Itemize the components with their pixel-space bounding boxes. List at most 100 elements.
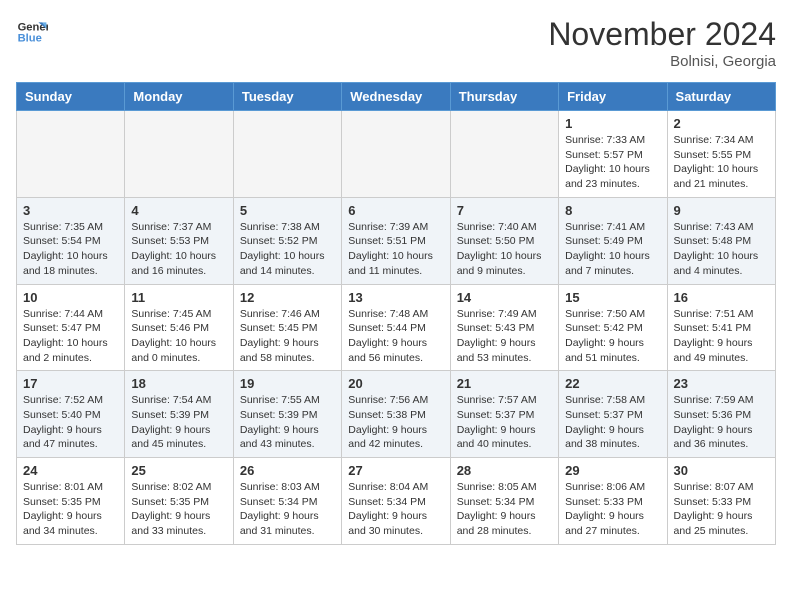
- day-number: 29: [565, 463, 660, 478]
- calendar-cell: 18Sunrise: 7:54 AM Sunset: 5:39 PM Dayli…: [125, 371, 233, 458]
- day-info: Sunrise: 7:56 AM Sunset: 5:38 PM Dayligh…: [348, 393, 443, 452]
- day-number: 7: [457, 203, 552, 218]
- calendar-cell: 16 Sunrise: 7:51 AM Sunset: 5:41 PM Dayli…: [667, 284, 775, 371]
- calendar-cell: 29 Sunrise: 8:06 AM Sunset: 5:33 PM Dayli…: [559, 458, 667, 545]
- day-info: Sunrise: 8:02 AM Sunset: 5:35 PM Dayligh…: [131, 480, 226, 539]
- logo-icon: General Blue: [16, 16, 48, 48]
- logo: General Blue: [16, 16, 48, 48]
- calendar-cell: 19Sunrise: 7:55 AM Sunset: 5:39 PM Dayli…: [233, 371, 341, 458]
- calendar-week-row: 1 Sunrise: 7:33 AM Sunset: 5:57 PM Daylig…: [17, 111, 776, 198]
- day-number: 8: [565, 203, 660, 218]
- day-info: Sunrise: 7:45 AM Sunset: 5:46 PM Dayligh…: [131, 307, 226, 366]
- calendar-cell: 9 Sunrise: 7:43 AM Sunset: 5:48 PM Daylig…: [667, 197, 775, 284]
- calendar-cell: 13 Sunrise: 7:48 AM Sunset: 5:44 PM Dayli…: [342, 284, 450, 371]
- day-info: Sunrise: 7:37 AM Sunset: 5:53 PM Dayligh…: [131, 220, 226, 279]
- weekday-header-row: SundayMondayTuesdayWednesdayThursdayFrid…: [17, 83, 776, 111]
- calendar-table: SundayMondayTuesdayWednesdayThursdayFrid…: [16, 82, 776, 545]
- day-info: Sunrise: 7:48 AM Sunset: 5:44 PM Dayligh…: [348, 307, 443, 366]
- day-number: 13: [348, 290, 443, 305]
- calendar-week-row: 10Sunrise: 7:44 AM Sunset: 5:47 PM Dayli…: [17, 284, 776, 371]
- weekday-header: Thursday: [450, 83, 558, 111]
- day-number: 27: [348, 463, 443, 478]
- calendar-cell: 8 Sunrise: 7:41 AM Sunset: 5:49 PM Daylig…: [559, 197, 667, 284]
- calendar-cell: 10Sunrise: 7:44 AM Sunset: 5:47 PM Dayli…: [17, 284, 125, 371]
- calendar-week-row: 17 Sunrise: 7:52 AM Sunset: 5:40 PM Dayli…: [17, 371, 776, 458]
- day-number: 15: [565, 290, 660, 305]
- calendar-cell: 21 Sunrise: 7:57 AM Sunset: 5:37 PM Dayli…: [450, 371, 558, 458]
- calendar-cell: 7Sunrise: 7:40 AM Sunset: 5:50 PM Daylig…: [450, 197, 558, 284]
- calendar-cell: [17, 111, 125, 198]
- weekday-header: Sunday: [17, 83, 125, 111]
- day-info: Sunrise: 7:52 AM Sunset: 5:40 PM Dayligh…: [23, 393, 118, 452]
- day-number: 26: [240, 463, 335, 478]
- day-number: 19: [240, 376, 335, 391]
- day-info: Sunrise: 7:38 AM Sunset: 5:52 PM Dayligh…: [240, 220, 335, 279]
- day-number: 1: [565, 116, 660, 131]
- day-number: 9: [674, 203, 769, 218]
- day-info: Sunrise: 7:50 AM Sunset: 5:42 PM Dayligh…: [565, 307, 660, 366]
- day-info: Sunrise: 8:06 AM Sunset: 5:33 PM Dayligh…: [565, 480, 660, 539]
- calendar-cell: 27Sunrise: 8:04 AM Sunset: 5:34 PM Dayli…: [342, 458, 450, 545]
- day-info: Sunrise: 8:01 AM Sunset: 5:35 PM Dayligh…: [23, 480, 118, 539]
- day-info: Sunrise: 7:51 AM Sunset: 5:41 PM Dayligh…: [674, 307, 769, 366]
- calendar-cell: [450, 111, 558, 198]
- location: Bolnisi, Georgia: [548, 53, 776, 70]
- calendar-cell: 6 Sunrise: 7:39 AM Sunset: 5:51 PM Daylig…: [342, 197, 450, 284]
- day-number: 3: [23, 203, 118, 218]
- calendar-cell: 17 Sunrise: 7:52 AM Sunset: 5:40 PM Dayli…: [17, 371, 125, 458]
- day-info: Sunrise: 7:41 AM Sunset: 5:49 PM Dayligh…: [565, 220, 660, 279]
- day-number: 6: [348, 203, 443, 218]
- page-header: General Blue November 2024 Bolnisi, Geor…: [16, 16, 776, 70]
- day-number: 12: [240, 290, 335, 305]
- month-title: November 2024: [548, 16, 776, 53]
- calendar-cell: 20 Sunrise: 7:56 AM Sunset: 5:38 PM Dayli…: [342, 371, 450, 458]
- calendar-cell: 25 Sunrise: 8:02 AM Sunset: 5:35 PM Dayli…: [125, 458, 233, 545]
- day-info: Sunrise: 7:44 AM Sunset: 5:47 PM Dayligh…: [23, 307, 118, 366]
- day-number: 4: [131, 203, 226, 218]
- weekday-header: Saturday: [667, 83, 775, 111]
- day-info: Sunrise: 7:34 AM Sunset: 5:55 PM Dayligh…: [674, 133, 769, 192]
- calendar-cell: 11Sunrise: 7:45 AM Sunset: 5:46 PM Dayli…: [125, 284, 233, 371]
- day-number: 17: [23, 376, 118, 391]
- day-info: Sunrise: 8:03 AM Sunset: 5:34 PM Dayligh…: [240, 480, 335, 539]
- title-block: November 2024 Bolnisi, Georgia: [548, 16, 776, 70]
- calendar-cell: [125, 111, 233, 198]
- day-number: 23: [674, 376, 769, 391]
- calendar-cell: 22Sunrise: 7:58 AM Sunset: 5:37 PM Dayli…: [559, 371, 667, 458]
- calendar-cell: 1 Sunrise: 7:33 AM Sunset: 5:57 PM Daylig…: [559, 111, 667, 198]
- day-info: Sunrise: 7:49 AM Sunset: 5:43 PM Dayligh…: [457, 307, 552, 366]
- weekday-header: Friday: [559, 83, 667, 111]
- calendar-cell: 3Sunrise: 7:35 AM Sunset: 5:54 PM Daylig…: [17, 197, 125, 284]
- day-info: Sunrise: 7:57 AM Sunset: 5:37 PM Dayligh…: [457, 393, 552, 452]
- day-number: 20: [348, 376, 443, 391]
- day-number: 18: [131, 376, 226, 391]
- day-info: Sunrise: 7:39 AM Sunset: 5:51 PM Dayligh…: [348, 220, 443, 279]
- calendar-cell: 5 Sunrise: 7:38 AM Sunset: 5:52 PM Daylig…: [233, 197, 341, 284]
- day-number: 21: [457, 376, 552, 391]
- calendar-cell: [233, 111, 341, 198]
- calendar-cell: [342, 111, 450, 198]
- calendar-cell: 23 Sunrise: 7:59 AM Sunset: 5:36 PM Dayli…: [667, 371, 775, 458]
- svg-text:Blue: Blue: [18, 33, 42, 45]
- day-number: 25: [131, 463, 226, 478]
- calendar-cell: 15 Sunrise: 7:50 AM Sunset: 5:42 PM Dayli…: [559, 284, 667, 371]
- day-info: Sunrise: 7:33 AM Sunset: 5:57 PM Dayligh…: [565, 133, 660, 192]
- day-number: 30: [674, 463, 769, 478]
- day-info: Sunrise: 7:43 AM Sunset: 5:48 PM Dayligh…: [674, 220, 769, 279]
- day-number: 5: [240, 203, 335, 218]
- calendar-cell: 2Sunrise: 7:34 AM Sunset: 5:55 PM Daylig…: [667, 111, 775, 198]
- calendar-cell: 30 Sunrise: 8:07 AM Sunset: 5:33 PM Dayli…: [667, 458, 775, 545]
- calendar-cell: 14Sunrise: 7:49 AM Sunset: 5:43 PM Dayli…: [450, 284, 558, 371]
- calendar-cell: 28Sunrise: 8:05 AM Sunset: 5:34 PM Dayli…: [450, 458, 558, 545]
- weekday-header: Monday: [125, 83, 233, 111]
- day-number: 16: [674, 290, 769, 305]
- calendar-cell: 24Sunrise: 8:01 AM Sunset: 5:35 PM Dayli…: [17, 458, 125, 545]
- calendar-cell: 4 Sunrise: 7:37 AM Sunset: 5:53 PM Daylig…: [125, 197, 233, 284]
- weekday-header: Wednesday: [342, 83, 450, 111]
- calendar-cell: 12 Sunrise: 7:46 AM Sunset: 5:45 PM Dayli…: [233, 284, 341, 371]
- day-info: Sunrise: 7:46 AM Sunset: 5:45 PM Dayligh…: [240, 307, 335, 366]
- calendar-week-row: 3Sunrise: 7:35 AM Sunset: 5:54 PM Daylig…: [17, 197, 776, 284]
- day-info: Sunrise: 7:58 AM Sunset: 5:37 PM Dayligh…: [565, 393, 660, 452]
- day-info: Sunrise: 7:59 AM Sunset: 5:36 PM Dayligh…: [674, 393, 769, 452]
- day-info: Sunrise: 8:07 AM Sunset: 5:33 PM Dayligh…: [674, 480, 769, 539]
